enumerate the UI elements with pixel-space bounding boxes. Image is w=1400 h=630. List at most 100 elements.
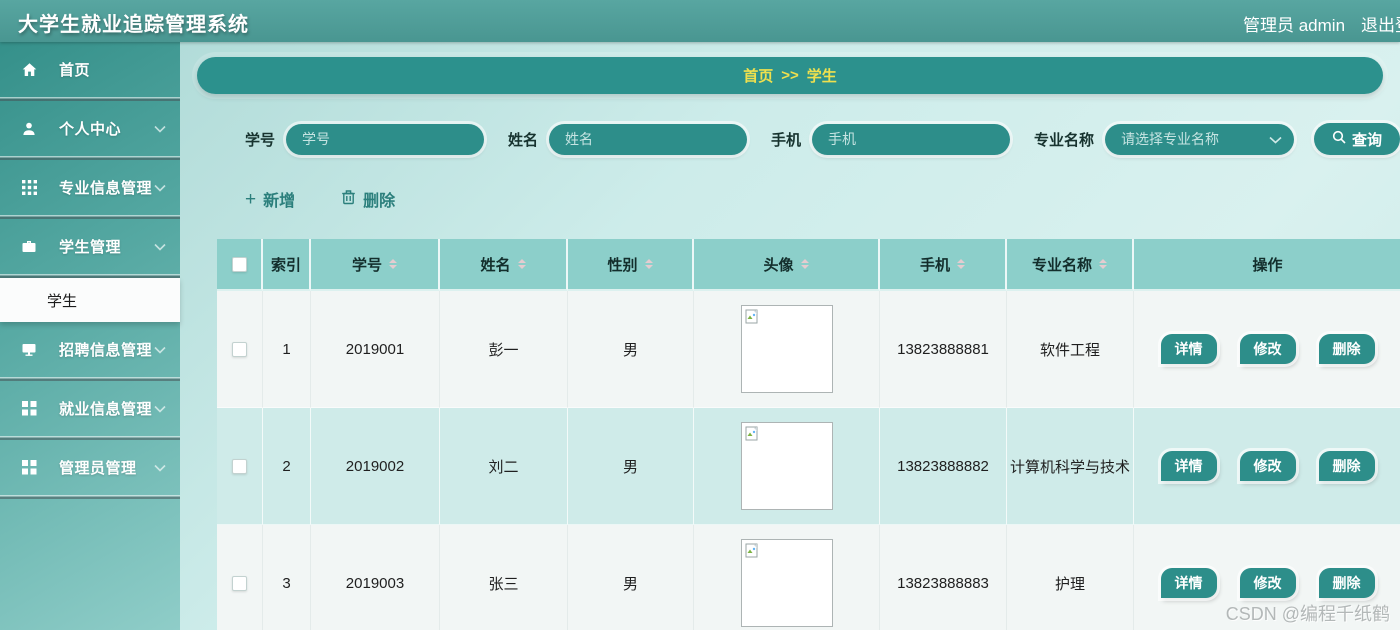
cell-gender: 男 [568,408,694,525]
app-header: 大学生就业追踪管理系统 管理员 admin 退出登录 [0,0,1400,42]
chevron-down-icon [1269,131,1282,147]
grid-9-icon [20,180,38,196]
sort-icon[interactable] [957,259,965,269]
delete-button[interactable]: 删除 [1318,334,1375,364]
detail-button[interactable]: 详情 [1160,451,1217,481]
chevron-down-icon [154,400,166,417]
query-button-label: 查询 [1351,131,1382,149]
column-header-phone[interactable]: 手机 [880,239,1007,291]
query-button[interactable]: 查询 [1313,123,1400,155]
search-form: 学号 姓名 手机 专业名称 请选择专业名称 查询 [180,123,1400,155]
grid-4-icon [20,460,38,476]
chevron-down-icon [154,238,166,255]
avatar [740,539,833,627]
students-table: 索引 学号 姓名 性别 头像 手机 专业名称 操作 1 2019001 彭一 男… [217,239,1400,630]
sidebar-item-home[interactable]: 首页 [0,42,180,97]
phone-label: 手机 [771,131,802,149]
trash-icon [341,189,356,210]
sort-icon[interactable] [644,259,653,269]
sidebar-divider [0,495,180,499]
major-select-placeholder: 请选择专业名称 [1121,131,1220,147]
table-row: 2 2019002 刘二 男 13823888882 计算机科学与技术 详情 修… [217,408,1400,525]
add-button-label: 新增 [263,193,296,210]
sidebar-item-label: 就业信息管理 [59,401,153,418]
student-id-input[interactable] [286,123,485,155]
current-user-label: 管理员 admin [1243,16,1346,35]
sidebar-subitem-student[interactable]: 学生 [0,278,180,322]
breadcrumb-current[interactable]: 学生 [807,65,837,86]
grid-4-icon [20,401,38,417]
cell-name: 张三 [440,525,568,630]
briefcase-icon [20,239,38,255]
row-checkbox[interactable] [232,341,247,357]
sidebar-item-admins[interactable]: 管理员管理 [0,440,180,495]
detail-button[interactable]: 详情 [1160,334,1217,364]
sidebar-item-profile[interactable]: 个人中心 [0,101,180,156]
row-actions: 详情 修改 删除 [1160,451,1375,481]
cell-avatar [694,291,880,408]
sort-icon[interactable] [1099,259,1107,269]
batch-delete-button[interactable]: 删除 [341,187,395,211]
breadcrumb: 首页 >> 学生 [197,57,1383,94]
delete-button[interactable]: 删除 [1318,451,1375,481]
cell-phone: 13823888883 [880,525,1007,630]
row-checkbox[interactable] [232,458,247,474]
sidebar-item-majors[interactable]: 专业信息管理 [0,160,180,215]
sidebar-item-label: 个人中心 [59,121,122,138]
chevron-down-icon [154,341,166,358]
sort-icon[interactable] [517,259,526,269]
column-header-avatar[interactable]: 头像 [694,239,880,291]
sidebar-item-recruitment[interactable]: 招聘信息管理 [0,322,180,377]
delete-button[interactable]: 删除 [1318,568,1375,598]
cell-gender: 男 [568,291,694,408]
row-actions: 详情 修改 删除 [1160,334,1375,364]
sidebar-item-employment[interactable]: 就业信息管理 [0,381,180,436]
edit-button[interactable]: 修改 [1239,451,1296,481]
sort-icon[interactable] [389,259,397,269]
sort-icon[interactable] [800,259,809,269]
broken-image-icon [745,543,757,558]
cell-name: 彭一 [440,291,568,408]
app-title: 大学生就业追踪管理系统 [18,14,249,36]
row-checkbox[interactable] [232,575,247,591]
breadcrumb-home-link[interactable]: 首页 [743,65,773,86]
major-select[interactable]: 请选择专业名称 [1105,123,1294,155]
student-id-label: 学号 [245,131,276,149]
cell-index: 3 [263,525,311,630]
column-header-name[interactable]: 姓名 [440,239,568,291]
phone-input[interactable] [812,123,1011,155]
home-icon [20,62,38,78]
add-button[interactable]: + 新增 [245,187,295,211]
search-icon [1332,130,1346,148]
cell-major: 软件工程 [1007,291,1134,408]
breadcrumb-separator: >> [781,67,799,84]
table-row: 3 2019003 张三 男 13823888883 护理 详情 修改 删除 [217,525,1400,630]
broken-image-icon [745,426,757,441]
column-header-gender[interactable]: 性别 [568,239,694,291]
cell-gender: 男 [568,525,694,630]
column-header-major[interactable]: 专业名称 [1007,239,1134,291]
watermark: CSDN @编程千纸鹤 [1225,604,1390,624]
table-toolbar: + 新增 删除 [180,186,1400,212]
sidebar-item-label: 管理员管理 [59,460,137,477]
edit-button[interactable]: 修改 [1239,568,1296,598]
cell-student-id: 2019003 [311,525,440,630]
name-label: 姓名 [508,131,539,149]
name-input[interactable] [549,123,748,155]
logout-button[interactable]: 退出登录 [1361,11,1400,36]
chevron-down-icon [154,179,166,196]
column-header-student-id[interactable]: 学号 [311,239,440,291]
sidebar-subitem-label: 学生 [47,292,78,310]
select-all-checkbox[interactable] [231,256,247,272]
column-header-index[interactable]: 索引 [263,239,311,291]
sidebar-item-label: 学生管理 [59,239,122,256]
select-all-cell [217,239,263,291]
plus-icon: + [245,188,257,210]
sidebar-item-students[interactable]: 学生管理 [0,219,180,274]
detail-button[interactable]: 详情 [1160,568,1217,598]
edit-button[interactable]: 修改 [1239,334,1296,364]
cell-index: 1 [263,291,311,408]
table-header-row: 索引 学号 姓名 性别 头像 手机 专业名称 操作 [217,239,1400,291]
main-content: 首页 >> 学生 学号 姓名 手机 专业名称 请选择专业名称 查询 + 新增 [180,42,1400,630]
chevron-down-icon [154,120,166,137]
